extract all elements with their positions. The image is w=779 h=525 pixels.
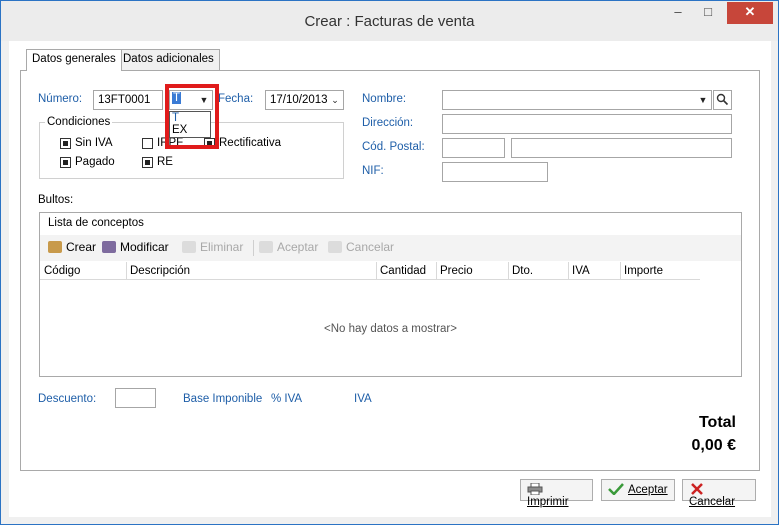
re-checkbox[interactable] — [142, 157, 153, 168]
direccion-label: Dirección: — [362, 117, 414, 129]
window: Crear : Facturas de venta – □ ✕ Datos ge… — [0, 0, 779, 525]
nombre-select[interactable]: ▼ — [442, 90, 712, 110]
fecha-label: Fecha: — [218, 93, 254, 105]
tab-datos-generales[interactable]: Datos generales — [26, 49, 122, 71]
imprimir-button[interactable]: Imprimir — [520, 479, 593, 508]
maximize-button[interactable]: □ — [694, 2, 722, 24]
search-icon — [716, 93, 729, 106]
rectificativa-checkbox[interactable] — [204, 138, 215, 149]
modificar-button[interactable]: Modificar — [102, 240, 169, 254]
search-button[interactable] — [713, 90, 732, 110]
numero-label: Número: — [38, 93, 83, 105]
printer-icon — [527, 483, 543, 495]
grid-header: Código Descripción Cantidad Precio Dto. … — [40, 262, 700, 280]
bultos-label: Bultos: — [38, 194, 74, 206]
minimize-button[interactable]: – — [664, 2, 692, 24]
eliminar-label: Eliminar — [200, 240, 244, 254]
col-iva[interactable]: IVA — [572, 265, 590, 277]
cancelar-concepto-label: Cancelar — [346, 240, 395, 254]
eliminar-button[interactable]: Eliminar — [182, 240, 243, 254]
serie-dropdown-list: T EX — [169, 111, 211, 138]
imprimir-label: Imprimir — [527, 496, 569, 508]
modificar-label: Modificar — [120, 240, 169, 254]
box-accept-icon — [259, 241, 273, 253]
condiciones-title: Condiciones — [45, 116, 113, 128]
nif-label: NIF: — [362, 165, 384, 177]
col-descripcion[interactable]: Descripción — [130, 265, 190, 277]
pct-iva-label: % IVA — [271, 393, 303, 405]
box-delete-icon — [182, 241, 196, 253]
col-separator — [508, 262, 509, 280]
col-importe[interactable]: Importe — [624, 265, 663, 277]
box-cancel-icon — [328, 241, 342, 253]
aceptar-label: Aceptar — [628, 484, 668, 496]
crear-label: Crear — [66, 240, 97, 254]
box-add-icon — [48, 241, 62, 253]
rectificativa-label: Rectificativa — [219, 137, 281, 149]
pagado-checkbox[interactable] — [60, 157, 71, 168]
aceptar-concepto-button[interactable]: Aceptar — [259, 240, 318, 254]
toolbar-divider — [253, 240, 254, 256]
serie-option-t[interactable]: T — [170, 112, 210, 124]
descuento-label: Descuento: — [38, 393, 97, 405]
chevron-down-icon[interactable]: ▼ — [197, 93, 211, 107]
total-label: Total — [698, 414, 736, 431]
base-imponible-label: Base Imponible — [183, 393, 263, 405]
col-codigo[interactable]: Código — [44, 265, 80, 277]
nif-field[interactable] — [442, 162, 548, 182]
cancelar-label: Cancelar — [689, 496, 736, 508]
serie-selected-value: T — [172, 92, 182, 104]
sin-iva-label: Sin IVA — [75, 137, 113, 149]
col-cantidad[interactable]: Cantidad — [380, 265, 426, 277]
conceptos-title: Lista de conceptos — [48, 217, 144, 229]
cancelar-button[interactable]: Cancelar — [682, 479, 756, 508]
cod-postal-label: Cód. Postal: — [362, 141, 425, 153]
poblacion-field[interactable] — [511, 138, 732, 158]
col-separator — [436, 262, 437, 280]
window-title: Crear : Facturas de venta — [304, 13, 475, 30]
irpf-checkbox[interactable] — [142, 138, 153, 149]
nombre-label: Nombre: — [362, 93, 407, 105]
cancelar-concepto-button[interactable]: Cancelar — [328, 240, 394, 254]
serie-select[interactable]: T ▼ — [169, 90, 213, 110]
empty-message: <No hay datos a mostrar> — [324, 323, 457, 335]
pagado-label: Pagado — [75, 156, 115, 168]
title-bar: Crear : Facturas de venta – □ ✕ — [1, 1, 778, 41]
chevron-down-icon[interactable]: ⌄ — [328, 93, 342, 107]
col-separator — [620, 262, 621, 280]
col-precio[interactable]: Precio — [440, 265, 473, 277]
col-separator — [376, 262, 377, 280]
sin-iva-checkbox[interactable] — [60, 138, 71, 149]
col-separator — [568, 262, 569, 280]
numero-field[interactable]: 13FT0001 — [93, 90, 163, 110]
crear-button[interactable]: Crear — [48, 240, 96, 254]
irpf-label: IRPF — [157, 137, 184, 149]
col-dto[interactable]: Dto. — [512, 265, 533, 277]
fecha-value: 17/10/2013 — [270, 94, 328, 106]
conceptos-panel: Lista de conceptos Crear Modificar Elimi… — [39, 212, 742, 377]
checkmark-icon — [608, 483, 624, 495]
close-icon — [691, 483, 703, 495]
serie-option-ex[interactable]: EX — [170, 124, 210, 136]
box-edit-icon — [102, 241, 116, 253]
cod-postal-field[interactable] — [442, 138, 505, 158]
total-value: 0,00 € — [691, 437, 736, 454]
fecha-field[interactable]: 17/10/2013 ⌄ — [265, 90, 344, 110]
close-button[interactable]: ✕ — [727, 2, 773, 24]
aceptar-button[interactable]: Aceptar — [601, 479, 675, 501]
col-separator — [126, 262, 127, 280]
re-label: RE — [157, 156, 173, 168]
descuento-field[interactable] — [115, 388, 156, 408]
conceptos-toolbar: Crear Modificar Eliminar Aceptar Cancela… — [40, 235, 741, 261]
direccion-field[interactable] — [442, 114, 732, 134]
tab-datos-adicionales[interactable]: Datos adicionales — [117, 49, 220, 70]
aceptar-concepto-label: Aceptar — [277, 240, 319, 254]
chevron-down-icon[interactable]: ▼ — [696, 93, 710, 107]
iva-label: IVA — [354, 393, 372, 405]
